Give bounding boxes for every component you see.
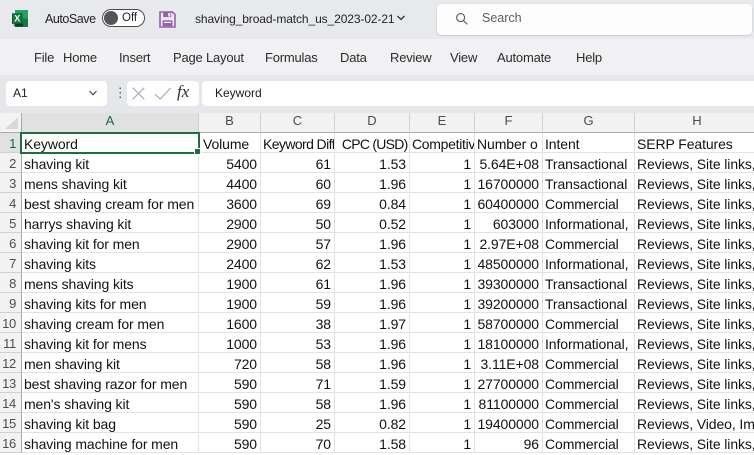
svg-text:X: X — [14, 14, 20, 24]
